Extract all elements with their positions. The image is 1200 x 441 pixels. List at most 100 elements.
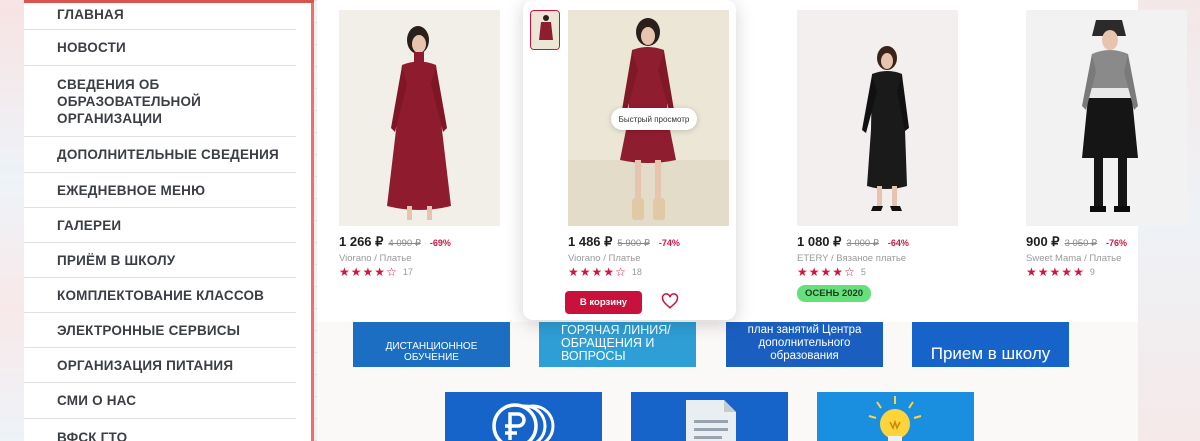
product-old-price: 3 000 ₽ — [846, 238, 879, 249]
product-card-hovered[interactable]: Быстрый просмотр 1 486 ₽ 5 900 ₽ -74% Vi… — [523, 0, 736, 320]
menu-item-label: ВФСК ГТО — [57, 429, 128, 441]
product-card[interactable]: 900 ₽ 3 050 ₽ -76% Sweet Mama / Платье ★… — [1004, 0, 1194, 320]
review-count: 9 — [1089, 267, 1095, 277]
review-count: 5 — [860, 267, 866, 277]
menu-item-label: СМИ О НАС — [57, 393, 137, 408]
menu-item-gto[interactable]: ВФСК ГТО — [24, 419, 296, 441]
menu-item-label: СВЕДЕНИЯ ОБ ОБРАЗОВАТЕЛЬНОЙ ОРГАНИЗАЦИИ — [57, 76, 202, 126]
menu-item-admission[interactable]: ПРИЁМ В ШКОЛУ — [24, 243, 296, 278]
star-filled-icon: ★ — [1026, 265, 1037, 279]
dress-model-image — [1026, 10, 1187, 226]
product-rating: ★ ★ ★ ★ ☆ 18 — [568, 266, 642, 278]
product-rating: ★ ★ ★ ★ ☆ 17 — [339, 266, 413, 278]
star-empty-icon: ☆ — [615, 265, 626, 279]
star-filled-icon: ★ — [350, 265, 362, 279]
menu-item-label: ОРГАНИЗАЦИЯ ПИТАНИЯ — [57, 357, 234, 373]
menu-item-label: ГАЛЕРЕИ — [57, 217, 122, 233]
product-thumbnail[interactable] — [530, 10, 560, 50]
menu-item-news[interactable]: НОВОСТИ — [24, 30, 296, 66]
lightbulb-icon — [868, 396, 922, 441]
menu-item-label: ДОПОЛНИТЕЛЬНЫЕ СВЕДЕНИЯ — [57, 147, 279, 162]
menu-item-home[interactable]: ГЛАВНАЯ — [24, 0, 296, 30]
product-photo[interactable] — [797, 10, 958, 226]
menu-item-org-info[interactable]: СВЕДЕНИЯ ОБ ОБРАЗОВАТЕЛЬНОЙ ОРГАНИЗАЦИИ — [24, 66, 296, 137]
product-rating: ★ ★ ★ ★ ★ 9 — [1026, 266, 1095, 278]
menu-item-catering[interactable]: ОРГАНИЗАЦИЯ ПИТАНИЯ — [24, 348, 296, 383]
star-filled-icon: ★ — [808, 265, 820, 279]
star-filled-icon: ★ — [591, 265, 603, 279]
price-row: 1 266 ₽ 4 090 ₽ -69% — [339, 234, 451, 250]
product-card[interactable]: 1 266 ₽ 4 090 ₽ -69% Viorano / Платье ★ … — [317, 0, 507, 320]
price-row: 1 486 ₽ 5 900 ₽ -74% — [568, 234, 680, 250]
ruble-coins-icon — [492, 403, 555, 441]
star-empty-icon: ☆ — [844, 265, 855, 279]
star-filled-icon: ★ — [832, 265, 844, 279]
tile-label: Прием в школу — [930, 344, 1051, 363]
product-old-price: 4 090 ₽ — [388, 238, 421, 249]
product-old-price: 5 900 ₽ — [617, 238, 650, 249]
product-price: 900 ₽ — [1026, 234, 1060, 249]
menu-item-galleries[interactable]: ГАЛЕРЕИ — [24, 208, 296, 243]
price-row: 900 ₽ 3 050 ₽ -76% — [1026, 234, 1127, 250]
dress-model-image — [339, 10, 500, 226]
product-carousel: 1 266 ₽ 4 090 ₽ -69% Viorano / Платье ★ … — [317, 0, 1187, 322]
menu-item-class-staffing[interactable]: КОМПЛЕКТОВАНИЕ КЛАССОВ — [24, 278, 296, 313]
menu-item-additional-info[interactable]: ДОПОЛНИТЕЛЬНЫЕ СВЕДЕНИЯ — [24, 137, 296, 173]
product-price: 1 080 ₽ — [797, 234, 842, 249]
product-discount: -74% — [658, 238, 680, 248]
tile-label: ГОРЯЧАЯ ЛИНИЯ/ ОБРАЩЕНИЯ И ВОПРОСЫ — [561, 323, 671, 363]
main-menu: ГЛАВНАЯ НОВОСТИ СВЕДЕНИЯ ОБ ОБРАЗОВАТЕЛЬ… — [24, 0, 314, 441]
tile-payment[interactable] — [445, 392, 602, 441]
star-empty-icon: ☆ — [386, 265, 397, 279]
star-filled-icon: ★ — [1037, 265, 1049, 279]
product-discount: -76% — [1106, 238, 1128, 248]
quick-view-button[interactable]: Быстрый просмотр — [611, 108, 697, 130]
product-discount: -69% — [429, 238, 451, 248]
star-filled-icon: ★ — [362, 265, 374, 279]
product-photo[interactable] — [339, 10, 500, 226]
menu-item-label: КОМПЛЕКТОВАНИЕ КЛАССОВ — [57, 287, 265, 303]
thumbnail-image — [531, 11, 559, 49]
menu-item-label: ЕЖЕДНЕВНОЕ МЕНЮ — [57, 182, 206, 198]
product-card[interactable]: 1 080 ₽ 3 000 ₽ -64% ETERY / Вязаное пла… — [775, 0, 965, 320]
star-filled-icon: ★ — [579, 265, 591, 279]
product-rating: ★ ★ ★ ★ ☆ 5 — [797, 266, 866, 278]
favorite-heart-icon[interactable] — [661, 292, 679, 310]
star-filled-icon: ★ — [374, 265, 386, 279]
menu-item-e-services[interactable]: ЭЛЕКТРОННЫЕ СЕРВИСЫ — [24, 313, 296, 348]
star-filled-icon: ★ — [1049, 265, 1061, 279]
product-brand: Sweet Mama / Платье — [1026, 253, 1122, 264]
tile-label: ДИСТАНЦИОННОЕ ОБУЧЕНИЕ — [385, 341, 478, 363]
tile-ideas[interactable] — [817, 392, 974, 441]
menu-item-label: ГЛАВНАЯ — [57, 7, 124, 22]
star-filled-icon: ★ — [1073, 265, 1084, 279]
star-filled-icon: ★ — [339, 265, 350, 279]
star-filled-icon: ★ — [603, 265, 615, 279]
product-brand: ETERY / Вязаное платье — [797, 253, 907, 264]
product-photo[interactable] — [1026, 10, 1187, 226]
product-price: 1 266 ₽ — [339, 234, 384, 249]
menu-item-label: ПРИЁМ В ШКОЛУ — [57, 252, 176, 268]
tile-label: план занятий Центра дополнительного обра… — [747, 324, 862, 362]
review-count: 17 — [402, 267, 413, 277]
product-brand: Viorano / Платье — [339, 253, 412, 264]
menu-item-media[interactable]: СМИ О НАС — [24, 383, 296, 419]
star-filled-icon: ★ — [568, 265, 579, 279]
product-brand: Viorano / Платье — [568, 253, 641, 264]
tile-documents[interactable] — [631, 392, 788, 441]
star-filled-icon: ★ — [1061, 265, 1073, 279]
product-price: 1 486 ₽ — [568, 234, 613, 249]
menu-item-daily-menu[interactable]: ЕЖЕДНЕВНОЕ МЕНЮ — [24, 173, 296, 208]
season-badge: ОСЕНЬ 2020 — [797, 285, 872, 302]
review-count: 18 — [631, 267, 642, 277]
star-filled-icon: ★ — [797, 265, 808, 279]
star-filled-icon: ★ — [820, 265, 832, 279]
main-content: ДИСТАНЦИОННОЕ ОБУЧЕНИЕ ГОРЯЧАЯ ЛИНИЯ/ ОБ… — [317, 0, 1187, 441]
left-decor-strip — [0, 0, 24, 441]
add-to-cart-button[interactable]: В корзину — [565, 291, 642, 314]
price-row: 1 080 ₽ 3 000 ₽ -64% — [797, 234, 909, 250]
menu-item-label: ЭЛЕКТРОННЫЕ СЕРВИСЫ — [57, 322, 241, 338]
menu-item-label: НОВОСТИ — [57, 40, 126, 55]
product-old-price: 3 050 ₽ — [1064, 238, 1098, 249]
document-icon — [686, 400, 736, 441]
